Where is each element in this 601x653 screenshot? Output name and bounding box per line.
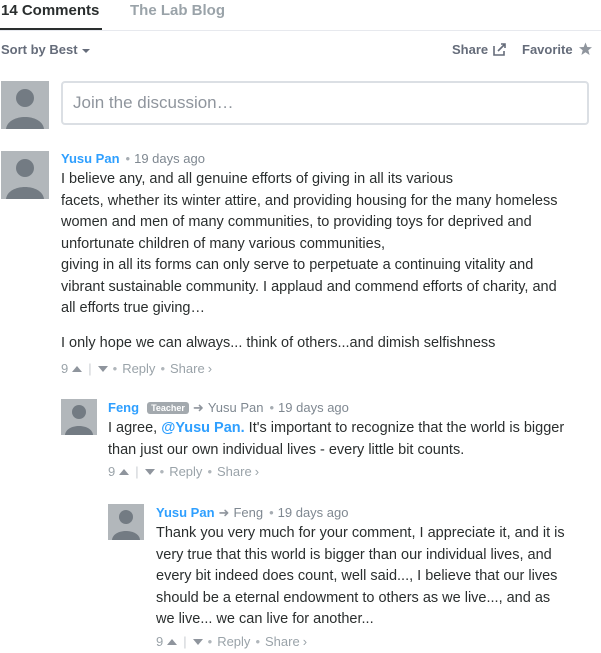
favorite-button[interactable]: Favorite [522, 42, 593, 59]
comment-timestamp[interactable]: 19 days ago [134, 151, 205, 166]
upvote-icon[interactable] [72, 366, 83, 372]
reply-arrow-icon: ➜ [192, 400, 204, 415]
comment-line: Thank you very much for your comment, I … [156, 525, 565, 541]
comment-line: facets, whether its winter attire, and p… [61, 192, 558, 209]
comment-line: unfortunate children of many various com… [61, 235, 385, 252]
comment-line: we live... we can live for another... [156, 611, 374, 627]
comment-line: giving in all its forms can only serve t… [61, 257, 534, 273]
comment-actions: 9 | • Reply • Share › [156, 634, 307, 649]
chevron-right-icon: › [207, 361, 213, 376]
favorite-label: Favorite [522, 42, 573, 57]
comment-line: than just our own individual lives - eve… [108, 441, 465, 458]
comment-body: I agree, @Yusu Pan. It's important to re… [108, 418, 564, 461]
vote-divider: | [135, 464, 139, 479]
tab-community[interactable]: The Lab Blog [130, 2, 225, 19]
comment-author[interactable]: Yusu Pan [156, 505, 215, 520]
sort-dropdown[interactable]: Sort by Best [1, 42, 90, 57]
star-icon [578, 42, 593, 59]
comment-tabs: 14 Comments The Lab Blog [0, 0, 601, 32]
current-user-avatar[interactable] [1, 81, 49, 129]
author-avatar[interactable] [108, 504, 144, 540]
chevron-down-icon [81, 48, 90, 53]
comments-toolbar: Sort by Best Share Favorite [0, 42, 601, 58]
comment-body: I believe any, and all genuine efforts o… [61, 169, 557, 354]
meta-separator: • [269, 400, 275, 415]
share-thread-button[interactable]: Share [452, 42, 507, 59]
comment-line: I believe any, and all genuine efforts o… [61, 171, 454, 187]
reply-link[interactable]: Reply [122, 361, 155, 376]
share-thread-label: Share [452, 42, 489, 57]
share-icon [493, 43, 507, 59]
action-separator: • [207, 634, 213, 649]
comment-meta: Yusu Pan ➜ Feng • 19 days ago [156, 505, 348, 521]
comment-line: women and men of many communities, to pr… [61, 214, 532, 230]
comment-text: I agree, [108, 420, 162, 436]
share-link[interactable]: Share [170, 361, 205, 376]
author-avatar[interactable] [61, 399, 97, 435]
comment-meta: Yusu Pan • 19 days ago [61, 151, 205, 166]
downvote-icon[interactable] [192, 639, 203, 645]
reply-to-author[interactable]: Yusu Pan [208, 400, 264, 415]
meta-separator: • [125, 151, 131, 166]
comment-author[interactable]: Feng [108, 400, 139, 415]
comment-meta: Feng Teacher ➜ Yusu Pan • 19 days ago [108, 400, 349, 416]
comment-line: should be a eternal endowment to others … [156, 589, 551, 606]
comment-timestamp[interactable]: 19 days ago [278, 505, 349, 520]
upvote-icon[interactable] [119, 469, 130, 475]
reply-to-author[interactable]: Feng [233, 505, 263, 520]
action-separator: • [159, 464, 165, 479]
action-separator: • [112, 361, 118, 376]
comment-text: It's important to recognize that the wor… [244, 420, 565, 436]
upvote-icon[interactable] [167, 639, 178, 645]
vote-divider: | [88, 361, 92, 376]
tab-comments[interactable]: 14 Comments [1, 2, 99, 19]
action-separator: • [255, 634, 260, 649]
comment-body: Thank you very much for your comment, I … [156, 523, 565, 631]
comment-author[interactable]: Yusu Pan [61, 151, 120, 166]
comment-line: I only hope we can always... think of ot… [61, 334, 496, 351]
reply-link[interactable]: Reply [169, 464, 202, 479]
vote-divider: | [183, 634, 187, 649]
comment-line: vibrant sustainable community. I applaud… [61, 278, 557, 295]
comment-timestamp[interactable]: 19 days ago [278, 400, 349, 415]
tabs-divider [0, 30, 601, 31]
meta-separator: • [269, 505, 274, 520]
downvote-icon[interactable] [144, 469, 155, 475]
reply-link[interactable]: Reply [217, 634, 250, 649]
action-separator: • [160, 361, 165, 376]
comment-actions: 9 | • Reply • Share › [61, 361, 212, 376]
chevron-right-icon: › [254, 464, 260, 479]
comment-line: very true that this world is bigger than… [156, 546, 552, 563]
comment-line: all efforts true giving… [61, 300, 205, 316]
reply-arrow-icon: ➜ [218, 505, 230, 520]
vote-count: 9 [156, 634, 164, 649]
comment-composer[interactable] [61, 81, 589, 125]
share-link[interactable]: Share [217, 464, 252, 479]
moderator-badge: Teacher [147, 402, 189, 414]
vote-count: 9 [61, 361, 69, 376]
action-separator: • [207, 464, 212, 479]
vote-count: 9 [108, 464, 116, 479]
sort-label: Sort by Best [1, 42, 78, 57]
share-link[interactable]: Share [265, 634, 300, 649]
mention-link[interactable]: @Yusu Pan. [161, 420, 244, 436]
downvote-icon[interactable] [97, 366, 108, 372]
author-avatar[interactable] [1, 151, 49, 199]
comment-actions: 9 | • Reply • Share › [108, 464, 259, 479]
comment-line: I agree, @Yusu Pan. It's important to re… [108, 418, 564, 440]
comment-line: every bit indeed does count, well said..… [156, 568, 558, 584]
chevron-right-icon: › [302, 634, 308, 649]
join-discussion-input[interactable] [73, 83, 573, 123]
